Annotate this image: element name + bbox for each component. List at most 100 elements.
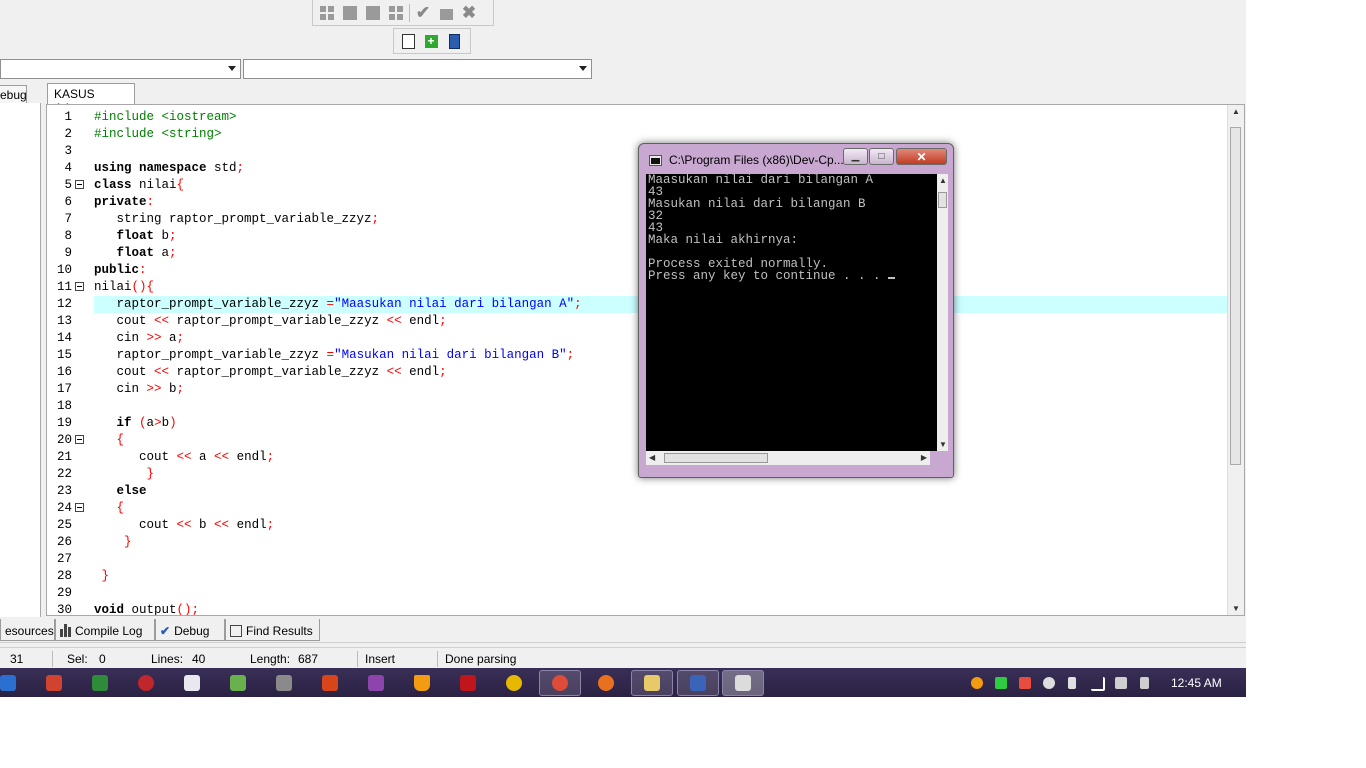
acrobat-icon[interactable] <box>460 675 476 691</box>
folder-icon <box>644 675 660 691</box>
code-token: a <box>146 416 155 430</box>
app-icon-red[interactable] <box>46 675 62 691</box>
code-line[interactable]: 30 void output(); <box>57 602 1228 615</box>
vlc-icon[interactable] <box>414 675 430 691</box>
panel-splitter[interactable] <box>0 642 1246 648</box>
toolbar-window-group: ✔ ✖ <box>312 0 494 26</box>
console-window[interactable]: C:\Program Files (x86)\Dev-Cp... ▁ □ ✕ M… <box>638 143 954 478</box>
maximize-button[interactable]: □ <box>869 148 894 165</box>
tile-icon[interactable] <box>317 3 337 23</box>
avast-icon[interactable] <box>506 675 522 691</box>
console-vertical-scrollbar[interactable]: ▲ ▼ <box>937 174 948 451</box>
class-combo[interactable] <box>0 59 241 79</box>
scroll-right-icon[interactable]: ▶ <box>921 453 927 462</box>
tray-app-icon[interactable] <box>1019 677 1031 689</box>
left-panel-tab[interactable]: ebug <box>0 85 27 104</box>
scroll-down-icon[interactable]: ▼ <box>1232 604 1240 613</box>
firefox-icon[interactable] <box>598 675 614 691</box>
code-line[interactable]: 1 #include <iostream> <box>64 109 1228 126</box>
code-line[interactable]: 24 { <box>57 500 1228 517</box>
code-token: else <box>94 484 147 498</box>
chevron-down-icon <box>579 66 587 71</box>
volume-icon[interactable] <box>1115 677 1127 689</box>
member-combo[interactable] <box>243 59 592 79</box>
close-icon[interactable]: ✖ <box>459 3 479 23</box>
code-token: ; <box>439 365 447 379</box>
console-horizontal-scrollbar[interactable]: ◀ ▶ <box>646 451 930 465</box>
scroll-thumb[interactable] <box>664 453 768 463</box>
minimize-button[interactable]: ▁ <box>843 148 868 165</box>
window-icon[interactable] <box>340 3 360 23</box>
code-line[interactable]: 28 } <box>57 568 1228 585</box>
code-line[interactable]: 26 } <box>57 534 1228 551</box>
battery-icon[interactable] <box>1068 677 1076 689</box>
power-icon[interactable] <box>138 675 154 691</box>
line-number: 22 <box>56 467 72 481</box>
line-number: 4 <box>64 161 72 175</box>
code-token: ; <box>371 212 380 226</box>
code-line[interactable]: 27 <box>57 551 1228 568</box>
code-token: std <box>206 161 237 175</box>
tray-disk-icon[interactable] <box>1043 677 1055 689</box>
thumbs-up-icon[interactable] <box>436 3 456 23</box>
tray-triangle-icon[interactable] <box>995 677 1007 689</box>
code-token: #include <iostream> <box>94 110 237 124</box>
app-icon-green[interactable] <box>230 675 246 691</box>
excel-icon[interactable] <box>92 675 108 691</box>
scroll-down-icon[interactable]: ▼ <box>939 440 947 449</box>
fold-toggle-icon[interactable] <box>75 435 84 444</box>
fold-toggle-icon[interactable] <box>75 503 84 512</box>
signal-icon[interactable] <box>1091 677 1105 691</box>
tab-debug[interactable]: ✔ Debug <box>155 619 225 641</box>
winrar-icon[interactable] <box>368 675 384 691</box>
scroll-up-icon[interactable]: ▲ <box>939 176 947 185</box>
line-number: 26 <box>56 535 72 549</box>
bookmark-icon[interactable] <box>444 31 464 51</box>
text-cursor <box>888 277 896 279</box>
tab-compile-log[interactable]: Compile Log <box>55 619 155 641</box>
code-token: << <box>214 518 230 532</box>
code-token: << <box>176 518 192 532</box>
notes-icon[interactable] <box>184 675 200 691</box>
file-tab[interactable]: KASUS 4.1.cpp <box>47 83 135 115</box>
fold-toggle-icon[interactable] <box>75 282 84 291</box>
tab-resources-label: esources <box>5 623 54 638</box>
code-token: ; <box>574 297 582 311</box>
flag-icon[interactable] <box>1140 677 1149 689</box>
console-output-area[interactable]: Maasukan nilai dari bilangan A 43 Masuka… <box>646 174 937 451</box>
clock[interactable]: 12:45 AM <box>1171 676 1222 690</box>
scroll-left-icon[interactable]: ◀ <box>649 453 655 462</box>
code-line[interactable]: 25 cout << b << endl; <box>57 517 1228 534</box>
scroll-thumb[interactable] <box>1230 127 1241 465</box>
check-icon[interactable]: ✔ <box>413 3 433 23</box>
scroll-thumb[interactable] <box>938 192 947 208</box>
code-token: ; <box>266 518 275 532</box>
goto-file-icon[interactable] <box>398 31 418 51</box>
console-titlebar[interactable]: C:\Program Files (x86)\Dev-Cp... ▁ □ ✕ <box>643 147 949 172</box>
console-app-icon[interactable] <box>649 155 662 166</box>
editor-vertical-scrollbar[interactable]: ▲ ▼ <box>1227 105 1244 615</box>
code-line[interactable]: 29 <box>57 585 1228 602</box>
tray-avast-icon[interactable] <box>971 677 983 689</box>
tab-resources[interactable]: esources <box>0 619 55 641</box>
code-token: endl <box>229 450 267 464</box>
window-icon-2[interactable] <box>363 3 383 23</box>
code-line[interactable]: 2 #include <string> <box>64 126 1228 143</box>
code-token: (){ <box>131 280 155 294</box>
code-token: } <box>94 535 132 549</box>
word-icon[interactable] <box>0 675 16 691</box>
add-green-icon[interactable]: + <box>421 31 441 51</box>
cascade-icon[interactable] <box>386 3 406 23</box>
fold-toggle-icon[interactable] <box>75 180 84 189</box>
close-button[interactable]: ✕ <box>896 148 947 165</box>
status-sel-value: 0 <box>99 652 106 666</box>
app-icon-orange[interactable] <box>322 675 338 691</box>
code-token: raptor_prompt_variable_zzyz <box>169 314 387 328</box>
tab-find-results[interactable]: Find Results <box>225 619 320 641</box>
code-token: a <box>191 450 215 464</box>
scroll-up-icon[interactable]: ▲ <box>1232 107 1240 116</box>
code-token: a <box>154 246 170 260</box>
code-line[interactable]: 23 else <box>57 483 1228 500</box>
status-line: 31 <box>10 652 24 666</box>
recycle-icon[interactable] <box>276 675 292 691</box>
